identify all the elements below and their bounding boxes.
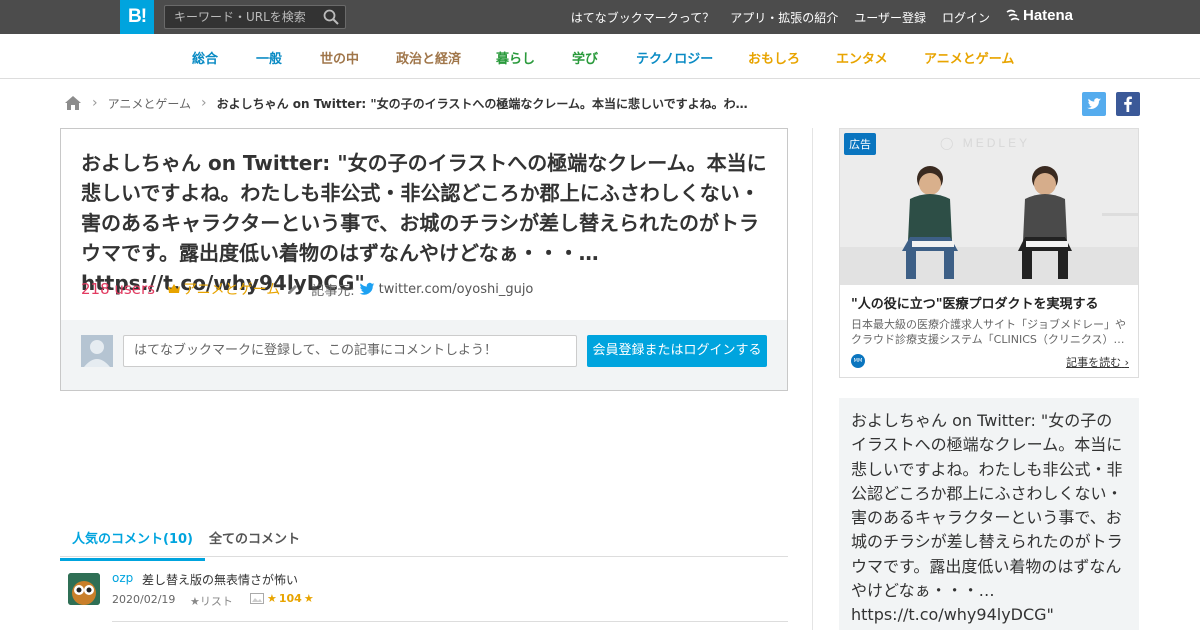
category-it[interactable]: テクノロジー bbox=[636, 48, 713, 67]
hatena-brand[interactable]: Hatena bbox=[1006, 7, 1073, 24]
entry-box: およしちゃん on Twitter: "女の子のイラストへの極端なクレーム。本当… bbox=[60, 128, 788, 391]
add-star-icon[interactable]: ★ bbox=[304, 592, 314, 605]
ad-logo: MM bbox=[851, 354, 865, 368]
category-nav: 総合 一般 世の中 政治と経済 暮らし 学び テクノロジー おもしろ エンタメ … bbox=[0, 34, 1200, 79]
category-entertainment[interactable]: エンタメ bbox=[836, 48, 888, 67]
ad-description: 日本最大級の医療介護求人サイト「ジョブメドレー」やクラウド診療支援システム「CL… bbox=[851, 318, 1126, 346]
tab-all-comments[interactable]: 全てのコメント bbox=[197, 528, 312, 558]
tab-popular-comments[interactable]: 人気のコメント(10) bbox=[60, 528, 205, 561]
link-login[interactable]: ログイン bbox=[942, 9, 990, 26]
ad-read-more-label: 記事を読む bbox=[1066, 356, 1122, 369]
ad-card[interactable]: ◯ MEDLEY 広告 "人の役に立つ"医療プロダクトを実現する 日本最大級の医… bbox=[839, 128, 1139, 378]
link-about[interactable]: はてなブックマークって？ bbox=[571, 9, 714, 26]
divider bbox=[112, 621, 788, 622]
twitter-share-icon[interactable] bbox=[1082, 92, 1106, 116]
top-bar: B! はてなブックマークって？ アプリ・拡張の紹介 ユーザー登録 ログイン Ha… bbox=[0, 0, 1200, 34]
column-divider bbox=[812, 128, 813, 630]
search-box[interactable] bbox=[164, 5, 346, 29]
source-link[interactable]: twitter.com/oyoshi_gujo bbox=[379, 282, 534, 297]
hatena-bookmark-logo[interactable]: B! bbox=[120, 0, 154, 34]
breadcrumb-category[interactable]: アニメとゲーム bbox=[108, 95, 191, 112]
top-links: はてなブックマークって？ アプリ・拡張の紹介 ユーザー登録 ログイン bbox=[555, 0, 990, 34]
star-count: 104 bbox=[278, 592, 302, 605]
entry-category[interactable]: アニメとゲーム bbox=[183, 279, 280, 299]
link-register[interactable]: ユーザー登録 bbox=[854, 9, 926, 26]
home-icon[interactable] bbox=[64, 95, 82, 111]
entry-title[interactable]: およしちゃん on Twitter: "女の子のイラストへの極端なクレーム。本当… bbox=[81, 148, 771, 298]
svg-text:◯ MEDLEY: ◯ MEDLEY bbox=[940, 136, 1030, 150]
image-icon bbox=[250, 593, 264, 604]
breadcrumb-current: およしちゃん on Twitter: "女の子のイラストへの極端なクレーム。本当… bbox=[216, 96, 757, 111]
comment-date[interactable]: 2020/02/19 bbox=[112, 593, 175, 606]
comment-bar: はてなブックマークに登録して、この記事にコメントしよう！ 会員登録またはログイン… bbox=[61, 320, 787, 390]
user-avatar-placeholder bbox=[81, 335, 113, 367]
category-life[interactable]: 暮らし bbox=[496, 48, 535, 67]
hatena-brand-label: Hatena bbox=[1023, 7, 1074, 24]
category-fun[interactable]: おもしろ bbox=[748, 48, 800, 67]
avatar[interactable] bbox=[68, 573, 100, 605]
chevron-right-icon: › bbox=[92, 95, 98, 111]
category-social[interactable]: 世の中 bbox=[320, 48, 359, 67]
comment-stars[interactable]: ★ 104 ★ bbox=[250, 592, 314, 605]
facebook-share-icon[interactable] bbox=[1116, 92, 1140, 116]
link-apps[interactable]: アプリ・拡張の紹介 bbox=[730, 9, 838, 26]
breadcrumb: › アニメとゲーム › およしちゃん on Twitter: "女の子のイラスト… bbox=[64, 94, 757, 112]
entry-summary: およしちゃん on Twitter: "女の子のイラストへの極端なクレーム。本当… bbox=[839, 398, 1139, 630]
comment-input[interactable]: はてなブックマークに登録して、この記事にコメントしよう！ bbox=[123, 335, 577, 367]
crown-icon bbox=[167, 284, 180, 293]
category-knowledge[interactable]: 学び bbox=[572, 48, 598, 67]
search-input[interactable] bbox=[165, 6, 315, 28]
source-label: 記事元: bbox=[311, 283, 355, 299]
category-general[interactable]: 一般 bbox=[256, 48, 282, 67]
pencil-icon[interactable] bbox=[286, 283, 299, 296]
login-register-button[interactable]: 会員登録またはログインする bbox=[587, 335, 767, 367]
ad-badge: 広告 bbox=[844, 133, 876, 155]
search-icon[interactable] bbox=[323, 9, 339, 25]
comment-list-button[interactable]: ★リスト bbox=[190, 593, 233, 609]
comment-text: 差し替え版の無表情さが怖い bbox=[142, 573, 299, 587]
category-economics[interactable]: 政治と経済 bbox=[396, 48, 461, 67]
chevron-right-icon: › bbox=[1124, 356, 1129, 369]
bookmark-users-count[interactable]: 218 users bbox=[81, 280, 155, 298]
chevron-right-icon: › bbox=[201, 95, 207, 111]
ad-title[interactable]: "人の役に立つ"医療プロダクトを実現する bbox=[851, 293, 1099, 312]
star-icon: ★ bbox=[267, 592, 277, 605]
category-all[interactable]: 総合 bbox=[192, 48, 218, 67]
twitter-icon bbox=[359, 282, 374, 295]
comment-username[interactable]: ozp bbox=[112, 571, 133, 585]
ad-image[interactable]: ◯ MEDLEY bbox=[840, 129, 1138, 285]
ad-read-more-link[interactable]: 記事を読む › bbox=[1066, 354, 1129, 370]
comment-tabs: 人気のコメント(10) 全てのコメント bbox=[60, 522, 788, 561]
category-game[interactable]: アニメとゲーム bbox=[924, 48, 1014, 67]
entry-meta: 218 users アニメとゲーム 記事元: twitter.com/oyosh… bbox=[81, 279, 533, 299]
hatena-icon bbox=[1006, 9, 1020, 21]
